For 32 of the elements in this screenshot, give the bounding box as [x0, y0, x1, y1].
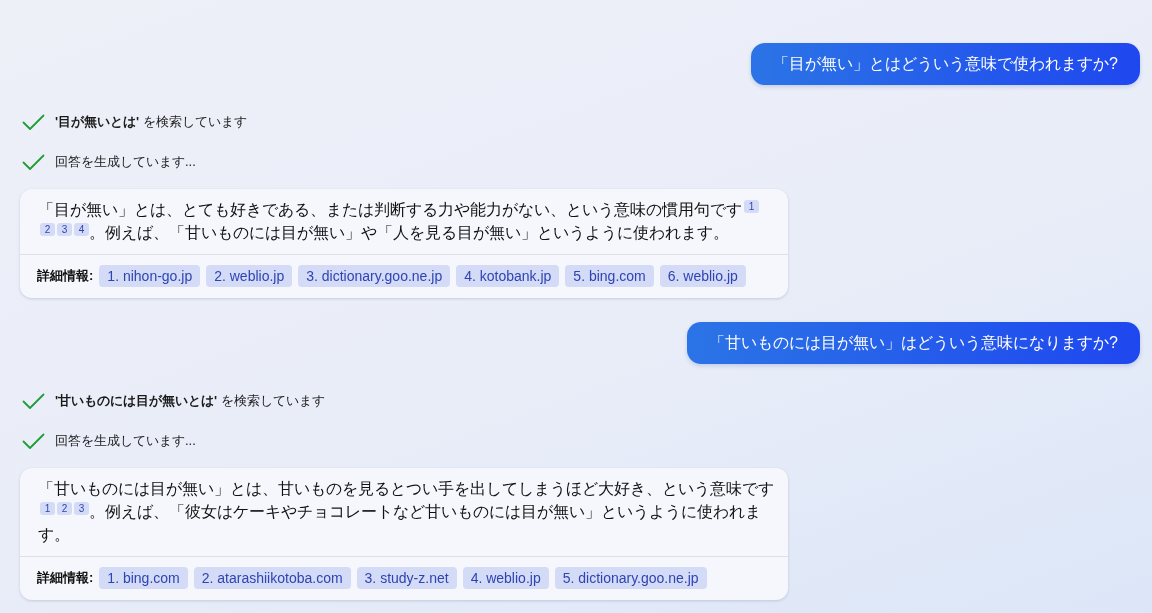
source-link[interactable]: 3. dictionary.goo.ne.jp — [298, 265, 451, 287]
source-link[interactable]: 5. dictionary.goo.ne.jp — [554, 567, 707, 589]
source-link[interactable]: 6. weblio.jp — [659, 265, 746, 287]
source-link[interactable]: 3. study-z.net — [356, 567, 457, 589]
answer-text: 「甘いものには目が無い」とは、甘いものを見るとつい手を出してしまうほど大好き、という意味です 1 2 3 。例えば、「彼女はケーキやチョコレートなど甘いものには目が無い」というように使われます。 — [37, 479, 775, 545]
status-text: 回答を生成しています... — [55, 432, 196, 450]
source-link[interactable]: 5. bing.com — [565, 265, 654, 287]
citation-link[interactable]: 2 — [40, 223, 55, 236]
citation-link[interactable]: 3 — [74, 502, 89, 515]
source-link[interactable]: 1. nihon-go.jp — [99, 265, 201, 287]
user-message-bubble: 「甘いものには目が無い」はどういう意味になりますか? — [687, 322, 1140, 364]
source-link[interactable]: 4. kotobank.jp — [456, 265, 560, 287]
source-link[interactable]: 1. bing.com — [99, 567, 188, 589]
source-link[interactable]: 4. weblio.jp — [462, 567, 549, 589]
status-text: '甘いものには目が無いとは' を検索しています — [55, 392, 325, 410]
citation-link[interactable]: 2 — [57, 502, 72, 515]
citation-link[interactable]: 4 — [74, 223, 89, 236]
sources-label: 詳細情報: — [37, 569, 94, 587]
check-icon — [22, 432, 45, 450]
source-link[interactable]: 2. weblio.jp — [206, 265, 293, 287]
check-icon — [22, 153, 45, 171]
citation-link[interactable]: 1 — [40, 502, 55, 515]
check-icon — [22, 392, 45, 410]
answer-text: 「目が無い」とは、とても好きである、または判断する力や能力がない、という意味の慣用句です 1 2 3 4 。例えば、「甘いものには目が無い」や「人を見る目が無い」というように使われます。 — [20, 189, 788, 254]
status-text: 回答を生成しています... — [55, 153, 196, 171]
check-icon — [22, 113, 45, 131]
citation-link[interactable]: 1 — [744, 200, 759, 213]
user-message-bubble: 「目が無い」とはどういう意味で使われますか? — [751, 43, 1140, 85]
source-link[interactable]: 2. atarashiikotoba.com — [193, 567, 351, 589]
citation-link[interactable]: 3 — [57, 223, 72, 236]
status-text: '目が無いとは' を検索しています — [55, 113, 247, 131]
sources-label: 詳細情報: — [37, 267, 94, 285]
